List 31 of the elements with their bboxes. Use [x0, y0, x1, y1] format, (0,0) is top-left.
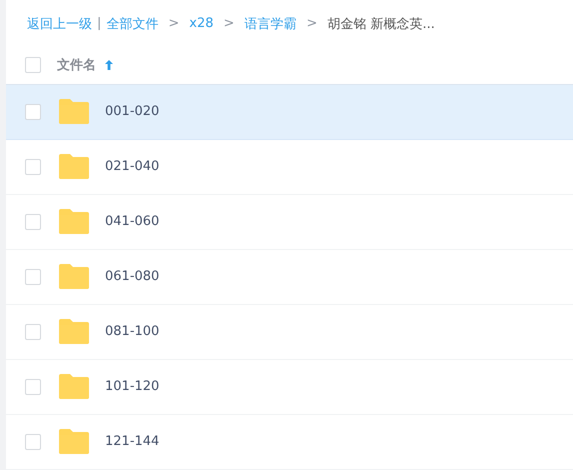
folder-icon	[57, 208, 91, 236]
file-row[interactable]: 021-040	[6, 140, 573, 195]
checkbox[interactable]	[25, 57, 41, 74]
file-row[interactable]: 001-020	[6, 84, 573, 140]
folder-icon	[57, 318, 91, 346]
folder-name[interactable]: 061-080	[105, 269, 160, 284]
folder-icon	[57, 263, 91, 290]
checkbox[interactable]	[25, 158, 41, 175]
folder-name[interactable]: 021-040	[105, 159, 160, 174]
folder-name[interactable]: 101-120	[105, 379, 160, 394]
breadcrumb-separator: |	[97, 16, 102, 32]
folder-icon	[57, 373, 91, 400]
breadcrumb-separator: >	[168, 16, 180, 32]
folder-name[interactable]: 081-100	[105, 324, 160, 340]
checkbox[interactable]	[25, 434, 41, 450]
checkbox[interactable]	[25, 104, 41, 120]
breadcrumb-separator: >	[306, 16, 318, 32]
folder-icon	[57, 153, 91, 180]
folder-icon	[57, 98, 91, 126]
folder-name[interactable]: 041-060	[105, 214, 160, 230]
checkbox[interactable]	[25, 324, 41, 340]
folder-icon	[57, 428, 91, 456]
checkbox[interactable]	[25, 268, 41, 285]
folder-name[interactable]: 121-144	[105, 434, 160, 450]
breadcrumb-current: 胡金铭 新概念英...	[327, 16, 435, 33]
sort-arrow-icon[interactable]	[104, 59, 114, 72]
checkbox[interactable]	[25, 214, 41, 230]
file-row[interactable]: 041-060	[6, 194, 573, 250]
breadcrumb-separator: >	[224, 16, 234, 32]
checkbox[interactable]	[25, 378, 41, 395]
folder-name[interactable]: 001-020	[105, 104, 160, 120]
